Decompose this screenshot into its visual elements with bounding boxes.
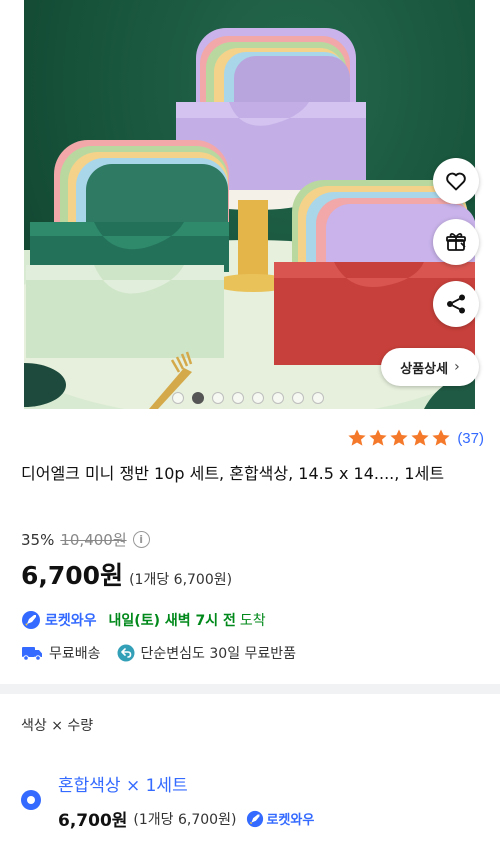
carousel-dot[interactable]: [252, 392, 264, 404]
free-return-label: 단순변심도 30일 무료반품: [140, 646, 297, 662]
star-icon: [369, 429, 387, 446]
info-icon[interactable]: i: [132, 531, 150, 548]
return-icon: [117, 644, 135, 662]
original-price: 10,400원: [60, 531, 127, 549]
discount-rate: 35%: [21, 530, 55, 549]
unit-price: (1개당 6,700원): [129, 572, 233, 588]
rocket-wow-label: 로켓와우: [45, 613, 97, 629]
rocket-wow-icon: [22, 611, 40, 629]
option-name[interactable]: 혼합색상 × 1세트: [58, 771, 188, 796]
star-icon: [348, 429, 366, 446]
heart-icon: [446, 172, 466, 191]
option-price-row: 6,700원 (1개당 6,700원) 로켓와우: [58, 806, 314, 831]
carousel-dot[interactable]: [312, 392, 324, 404]
discount-row: 35% 10,400원 i: [21, 529, 150, 550]
sale-price-row: 6,700원 (1개당 6,700원): [21, 556, 232, 592]
option-rocket-label: 로켓와우: [266, 813, 315, 828]
product-detail-button[interactable]: 상품상세 ›: [381, 348, 479, 386]
option-unit-price: (1개당 6,700원): [133, 811, 237, 828]
carousel-indicator: [172, 392, 324, 404]
share-button[interactable]: [433, 281, 479, 327]
delivery-info: 로켓와우 내일(토) 새벽 7시 전 도착: [21, 610, 266, 630]
gift-icon: [446, 233, 466, 251]
truck-icon: [22, 647, 42, 661]
carousel-dot[interactable]: [172, 392, 184, 404]
star-icon: [411, 429, 429, 446]
chevron-right-icon: ›: [454, 359, 460, 375]
rocket-wow-icon: [247, 810, 264, 827]
option-radio-selected[interactable]: [21, 790, 41, 810]
review-count[interactable]: (37): [457, 430, 484, 447]
star-icon: [432, 429, 450, 446]
carousel-dot[interactable]: [212, 392, 224, 404]
arrival-time: 내일(토) 새벽 7시 전: [108, 613, 236, 629]
rating[interactable]: (37): [347, 428, 484, 448]
carousel-dot[interactable]: [292, 392, 304, 404]
option-header: 색상 × 수량: [21, 718, 94, 734]
product-detail-label: 상품상세: [400, 361, 449, 377]
carousel-dot[interactable]: [232, 392, 244, 404]
shipping-info: 무료배송 단순변심도 30일 무료반품: [21, 643, 296, 663]
wishlist-button[interactable]: [433, 158, 479, 204]
carousel-dot[interactable]: [192, 392, 204, 404]
product-title: 디어엘크 미니 쟁반 10p 세트, 혼합색상, 14.5 x 14...., …: [21, 464, 445, 483]
gift-button[interactable]: [433, 219, 479, 265]
star-icon: [390, 429, 408, 446]
arrival-suffix: 도착: [239, 613, 266, 629]
product-image-carousel[interactable]: 상품상세 ›: [0, 0, 500, 409]
section-divider: [0, 684, 500, 694]
star-rating: [347, 428, 451, 448]
sale-price: 6,700원: [21, 561, 124, 590]
option-price: 6,700원: [58, 811, 128, 831]
carousel-dot[interactable]: [272, 392, 284, 404]
free-shipping-label: 무료배송: [49, 646, 101, 662]
share-icon: [447, 294, 465, 314]
option-rocket-badge: 로켓와우: [246, 809, 314, 828]
